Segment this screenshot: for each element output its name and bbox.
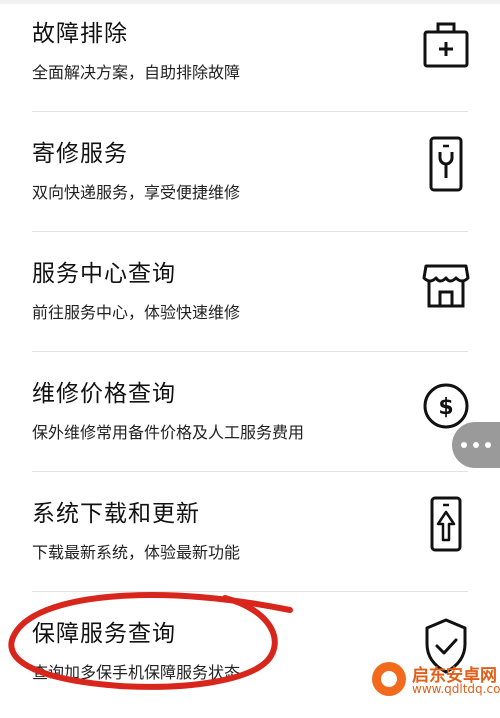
item-title: 维修价格查询 xyxy=(32,381,176,407)
phone-repair-icon xyxy=(429,136,463,192)
svg-text:$: $ xyxy=(438,395,453,420)
item-subtitle: 双向快递服务，享受便捷维修 xyxy=(32,183,241,202)
service-item-system-update[interactable]: 系统下载和更新 下载最新系统，体验最新功能 xyxy=(0,480,500,598)
item-title: 系统下载和更新 xyxy=(32,501,200,527)
divider xyxy=(32,111,468,112)
floating-more-button[interactable] xyxy=(452,422,500,468)
item-subtitle: 全面解决方案，自助排除故障 xyxy=(32,63,241,82)
site-watermark: 启东安卓网 www.qdltdq.com xyxy=(372,660,500,700)
item-subtitle: 下载最新系统，体验最新功能 xyxy=(32,543,241,562)
divider xyxy=(32,351,468,352)
item-title: 故障排除 xyxy=(32,21,128,47)
item-subtitle: 查询加多保手机保障服务状态 xyxy=(32,663,241,682)
service-item-protection-query[interactable]: 保障服务查询 查询加多保手机保障服务状态 xyxy=(0,600,500,718)
item-title: 服务中心查询 xyxy=(32,261,176,287)
divider xyxy=(32,591,468,592)
phone-update-icon xyxy=(430,496,462,552)
service-item-service-center[interactable]: 服务中心查询 前往服务中心，体验快速维修 xyxy=(0,240,500,358)
divider xyxy=(32,231,468,232)
more-dots-icon xyxy=(461,442,467,448)
item-subtitle: 保外维修常用备件价格及人工服务费用 xyxy=(32,423,305,442)
watermark-url: www.qdltdq.com xyxy=(412,682,500,696)
service-list: 故障排除 全面解决方案，自助排除故障 寄修服务 双向快递服务，享受便捷维修 服务… xyxy=(0,0,500,700)
service-item-repair-price[interactable]: 维修价格查询 保外维修常用备件价格及人工服务费用 $ xyxy=(0,360,500,478)
item-title: 保障服务查询 xyxy=(32,621,176,647)
divider xyxy=(32,471,468,472)
watermark-logo-icon xyxy=(372,662,406,696)
store-icon xyxy=(422,264,470,308)
item-subtitle: 前往服务中心，体验快速维修 xyxy=(32,303,241,322)
service-item-mail-repair[interactable]: 寄修服务 双向快递服务，享受便捷维修 xyxy=(0,120,500,238)
first-aid-kit-icon xyxy=(423,22,469,68)
item-title: 寄修服务 xyxy=(32,141,128,167)
service-item-troubleshooting[interactable]: 故障排除 全面解决方案，自助排除故障 xyxy=(0,0,500,118)
